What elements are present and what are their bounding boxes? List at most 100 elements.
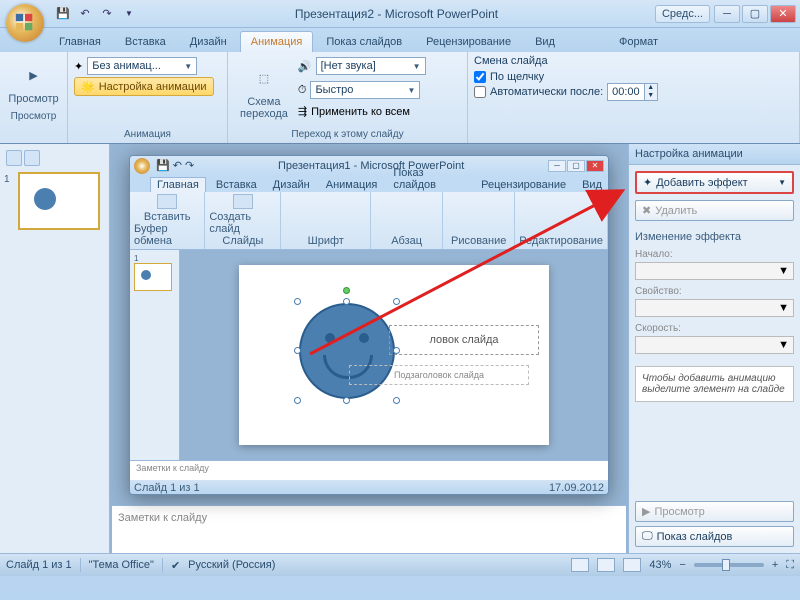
qat-redo-icon[interactable]: ↷ xyxy=(98,5,116,23)
slideshow-button[interactable]: 🖵 Показ слайдов xyxy=(635,526,794,547)
taskpane-hint: Чтобы добавить анимацию выделите элемент… xyxy=(635,366,794,402)
inner-notes[interactable]: Заметки к слайду xyxy=(130,460,608,480)
speed-combo[interactable]: ▼ xyxy=(635,336,794,354)
tab-view[interactable]: Вид xyxy=(524,31,566,52)
thumb-number: 1 xyxy=(4,174,10,185)
office-button[interactable] xyxy=(6,4,44,42)
transition-icon: ⬚ xyxy=(248,62,280,94)
tab-insert[interactable]: Вставка xyxy=(114,31,177,52)
inner-tab-design[interactable]: Дизайн xyxy=(267,178,316,192)
sound-icon: 🔊 xyxy=(298,60,312,73)
zoom-value: 43% xyxy=(649,559,671,571)
inner-status-date: 17.09.2012 xyxy=(549,482,604,494)
slideshow-view-icon[interactable] xyxy=(623,558,641,572)
tab-design[interactable]: Дизайн xyxy=(179,31,238,52)
play-label: Просмотр xyxy=(654,506,704,518)
inner-close-button[interactable]: ✕ xyxy=(586,160,604,172)
sound-value: [Нет звука] xyxy=(321,60,376,72)
contextual-tab[interactable]: Средс... xyxy=(655,5,710,23)
inner-tab-anim[interactable]: Анимация xyxy=(320,178,384,192)
status-language[interactable]: Русский (Россия) xyxy=(188,559,275,571)
inner-grp0: Буфер обмена xyxy=(134,223,200,247)
outline-tab-icon[interactable] xyxy=(24,150,40,166)
normal-view-icon[interactable] xyxy=(571,558,589,572)
close-button[interactable]: ✕ xyxy=(770,5,796,23)
on-click-checkbox[interactable] xyxy=(474,71,486,83)
speed-combo[interactable]: Быстро ▼ xyxy=(310,81,420,99)
inner-min-button[interactable]: ─ xyxy=(548,160,566,172)
auto-after-label: Автоматически после: xyxy=(490,86,603,98)
notes-pane[interactable]: Заметки к слайду xyxy=(112,505,626,553)
inner-paste-label: Вставить xyxy=(144,211,191,223)
animation-task-pane: Настройка анимации ✦ Добавить эффект ▼ ✖… xyxy=(628,144,800,553)
tab-review[interactable]: Рецензирование xyxy=(415,31,522,52)
spellcheck-icon[interactable]: ✔ xyxy=(171,559,180,572)
auto-after-checkbox[interactable] xyxy=(474,86,486,98)
inner-grp2: Шрифт xyxy=(308,235,344,247)
inner-tab-show[interactable]: Показ слайдов xyxy=(387,166,471,192)
maximize-button[interactable]: ▢ xyxy=(742,5,768,23)
inner-grp1: Слайды xyxy=(222,235,263,247)
inner-tab-view[interactable]: Вид xyxy=(576,178,608,192)
status-bar: Слайд 1 из 1 "Тема Office" ✔ Русский (Ро… xyxy=(0,553,800,576)
slides-tab-icon[interactable] xyxy=(6,150,22,166)
custom-anim-icon: 🌟 xyxy=(81,80,95,93)
slideshow-icon: 🖵 xyxy=(642,530,653,543)
inner-tab-home[interactable]: Главная xyxy=(150,177,206,192)
title-bar: 💾 ↶ ↷ ▼ Презентация2 - Microsoft PowerPo… xyxy=(0,0,800,28)
inner-tab-insert[interactable]: Вставка xyxy=(210,178,263,192)
inner-grp3: Абзац xyxy=(391,235,422,247)
zoom-out-icon[interactable]: − xyxy=(679,559,685,571)
sound-combo[interactable]: [Нет звука] ▼ xyxy=(316,57,426,75)
group-preview-label: Просмотр xyxy=(6,109,61,122)
inner-newslide-label: Создать слайд xyxy=(209,211,276,235)
subtitle-placeholder[interactable]: Подзаголовок слайда xyxy=(349,365,529,385)
slide-area[interactable]: 💾 ↶ ↷ Презентация1 - Microsoft PowerPoin… xyxy=(110,144,628,505)
qat-save-icon[interactable]: 💾 xyxy=(54,5,72,23)
property-combo[interactable]: ▼ xyxy=(635,299,794,317)
thumbnail-slide-1[interactable]: 1 xyxy=(6,172,103,230)
add-effect-button[interactable]: ✦ Добавить эффект ▼ xyxy=(635,171,794,194)
advance-title: Смена слайда xyxy=(474,55,793,67)
transition-scheme-button[interactable]: ⬚ Схема перехода xyxy=(234,55,294,127)
zoom-slider[interactable] xyxy=(694,563,764,567)
custom-animation-button[interactable]: 🌟 Настройка анимации xyxy=(74,77,214,96)
inner-office-icon[interactable] xyxy=(134,158,150,174)
qat-dropdown-icon[interactable]: ▼ xyxy=(120,5,138,23)
thumbnail-panel: 1 xyxy=(0,144,110,553)
on-click-label: По щелчку xyxy=(490,71,544,83)
qat-undo-icon[interactable]: ↶ xyxy=(76,5,94,23)
speed-icon: ⏱ xyxy=(298,84,307,97)
spin-up-icon[interactable]: ▲ xyxy=(645,84,657,92)
inner-tab-review[interactable]: Рецензирование xyxy=(475,178,572,192)
transition-scheme-label: Схема перехода xyxy=(240,96,288,120)
auto-time-spinner[interactable]: 00:00 ▲▼ xyxy=(607,83,658,101)
minimize-button[interactable]: ─ xyxy=(714,5,740,23)
tab-slideshow[interactable]: Показ слайдов xyxy=(315,31,413,52)
delete-effect-button[interactable]: ✖ Удалить xyxy=(635,200,794,221)
inner-grp4: Рисование xyxy=(451,235,506,247)
group-transition-label: Переход к этому слайду xyxy=(234,127,461,140)
zoom-in-icon[interactable]: + xyxy=(772,559,778,571)
inner-grp5: Редактирование xyxy=(519,235,603,247)
tab-home[interactable]: Главная xyxy=(48,31,112,52)
start-combo[interactable]: ▼ xyxy=(635,262,794,280)
status-theme: "Тема Office" xyxy=(89,559,154,571)
apply-all-button[interactable]: ⇶ Применить ко всем xyxy=(298,105,426,118)
tab-format[interactable]: Формат xyxy=(608,31,669,52)
content-area: 1 💾 ↶ ↷ Презентация1 - Microsoft PowerPo… xyxy=(0,144,800,553)
fit-view-icon[interactable]: ⛶ xyxy=(786,559,794,572)
tab-animation[interactable]: Анимация xyxy=(240,31,314,52)
rotate-handle[interactable] xyxy=(343,287,350,294)
preview-button[interactable]: ▶ Просмотр xyxy=(6,55,61,109)
apply-all-icon: ⇶ xyxy=(298,105,307,118)
inner-max-button[interactable]: ▢ xyxy=(567,160,585,172)
spin-down-icon[interactable]: ▼ xyxy=(645,92,657,100)
animation-combo[interactable]: Без анимац... ▼ xyxy=(87,57,197,75)
auto-time-value: 00:00 xyxy=(608,86,644,98)
sorter-view-icon[interactable] xyxy=(597,558,615,572)
animate-icon: ✦ xyxy=(74,60,83,73)
title-placeholder[interactable]: ловок слайда xyxy=(389,325,539,355)
star-icon: ✦ xyxy=(643,176,652,189)
play-button[interactable]: ▶ Просмотр xyxy=(635,501,794,522)
